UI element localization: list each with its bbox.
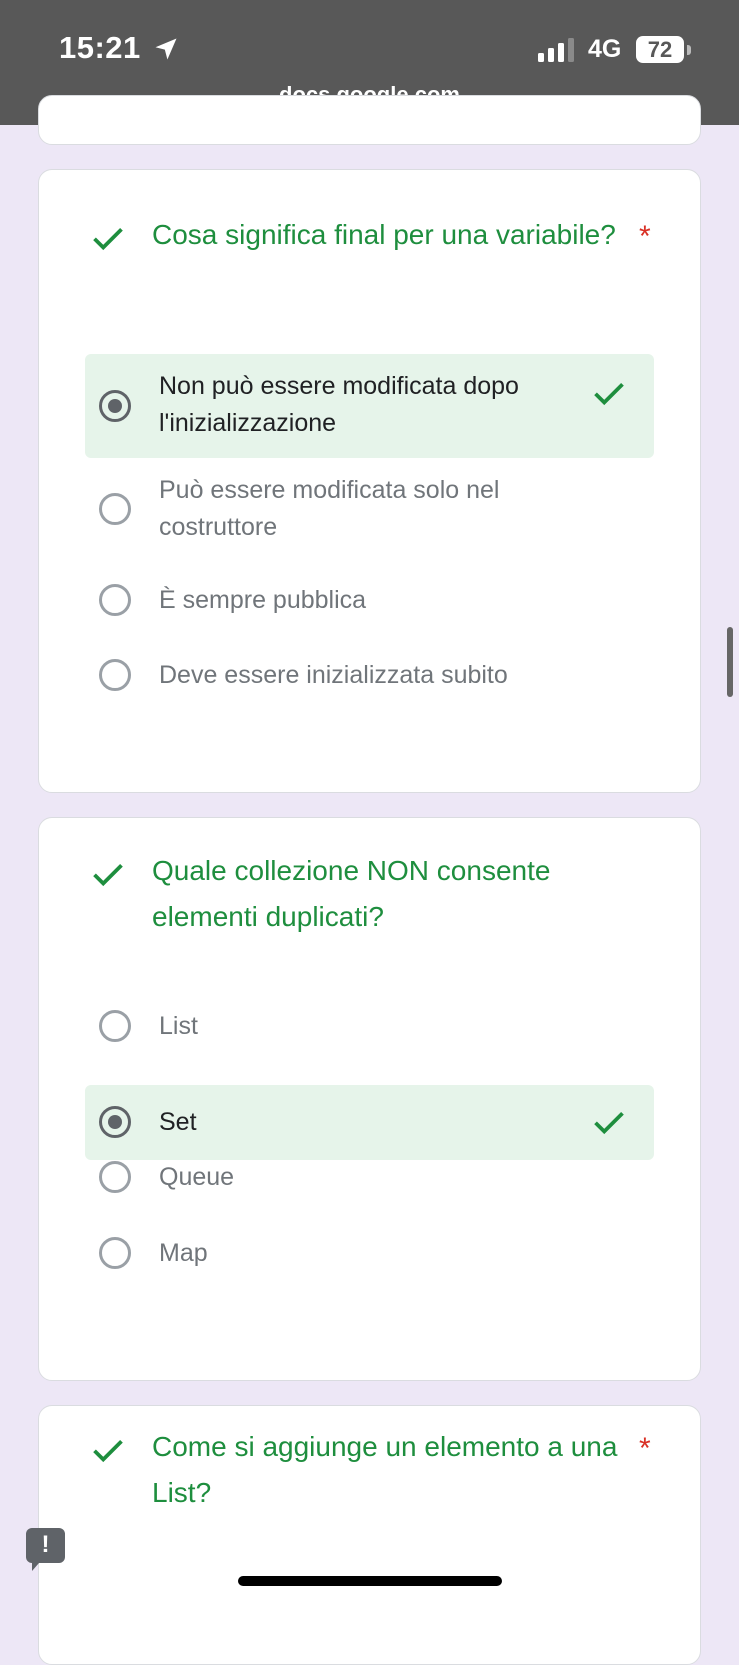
radio-button-selected[interactable] — [99, 1106, 131, 1138]
network-type: 4G — [588, 35, 622, 63]
cellular-signal-icon — [538, 38, 574, 62]
radio-option[interactable]: Queue — [85, 1154, 654, 1202]
radio-button[interactable] — [99, 1237, 131, 1269]
radio-button[interactable] — [99, 493, 131, 525]
radio-option[interactable]: Può essere modificata solo nel costrutto… — [85, 470, 654, 550]
home-indicator[interactable] — [238, 1576, 502, 1586]
radio-button[interactable] — [99, 1161, 131, 1193]
location-arrow-icon — [155, 38, 177, 60]
required-asterisk: * — [639, 1432, 651, 1465]
radio-button-selected[interactable] — [99, 390, 131, 422]
correct-answer-check-icon — [594, 382, 624, 406]
option-label: Queue — [159, 1163, 235, 1191]
option-label: Non può essere modificata dopo l'inizial… — [159, 372, 519, 437]
question-card: Come si aggiunge un elemento a una List?… — [38, 1405, 701, 1665]
radio-option[interactable]: Map — [85, 1230, 654, 1278]
report-feedback-button[interactable]: ! — [26, 1528, 65, 1571]
check-icon — [93, 863, 123, 887]
status-time: 15:21 — [59, 30, 141, 65]
option-label: Map — [159, 1239, 208, 1267]
radio-option[interactable]: È sempre pubblica — [85, 577, 654, 625]
check-icon — [93, 1439, 123, 1463]
required-asterisk: * — [639, 220, 651, 253]
question-title: Cosa significa final per una variabile? — [152, 219, 616, 250]
radio-option[interactable]: Non può essere modificata dopo l'inizial… — [85, 354, 654, 458]
option-label: Set — [159, 1108, 197, 1136]
check-icon — [93, 227, 123, 251]
correct-answer-check-icon — [594, 1111, 624, 1135]
previous-question-card — [38, 95, 701, 145]
radio-button[interactable] — [99, 1010, 131, 1042]
scrollbar-thumb[interactable] — [727, 627, 733, 697]
question-title: Quale collezione NON consente elementi d… — [152, 855, 551, 932]
radio-option[interactable]: List — [85, 1003, 654, 1051]
battery-level: 72 — [647, 37, 673, 62]
battery-icon: 72 — [636, 36, 692, 64]
option-label: Può essere modificata solo nel costrutto… — [159, 476, 500, 541]
radio-button[interactable] — [99, 659, 131, 691]
option-label: Deve essere inizializzata subito — [159, 661, 508, 689]
radio-button[interactable] — [99, 584, 131, 616]
question-card: Cosa significa final per una variabile? … — [38, 169, 701, 793]
radio-option[interactable]: Deve essere inizializzata subito — [85, 652, 654, 700]
question-title: Come si aggiunge un elemento a una List? — [152, 1431, 618, 1508]
exclamation-icon: ! — [41, 1531, 50, 1558]
option-label: È sempre pubblica — [159, 586, 367, 614]
radio-option[interactable]: Set — [85, 1085, 654, 1160]
question-card: Quale collezione NON consente elementi d… — [38, 817, 701, 1381]
option-label: List — [159, 1012, 198, 1040]
